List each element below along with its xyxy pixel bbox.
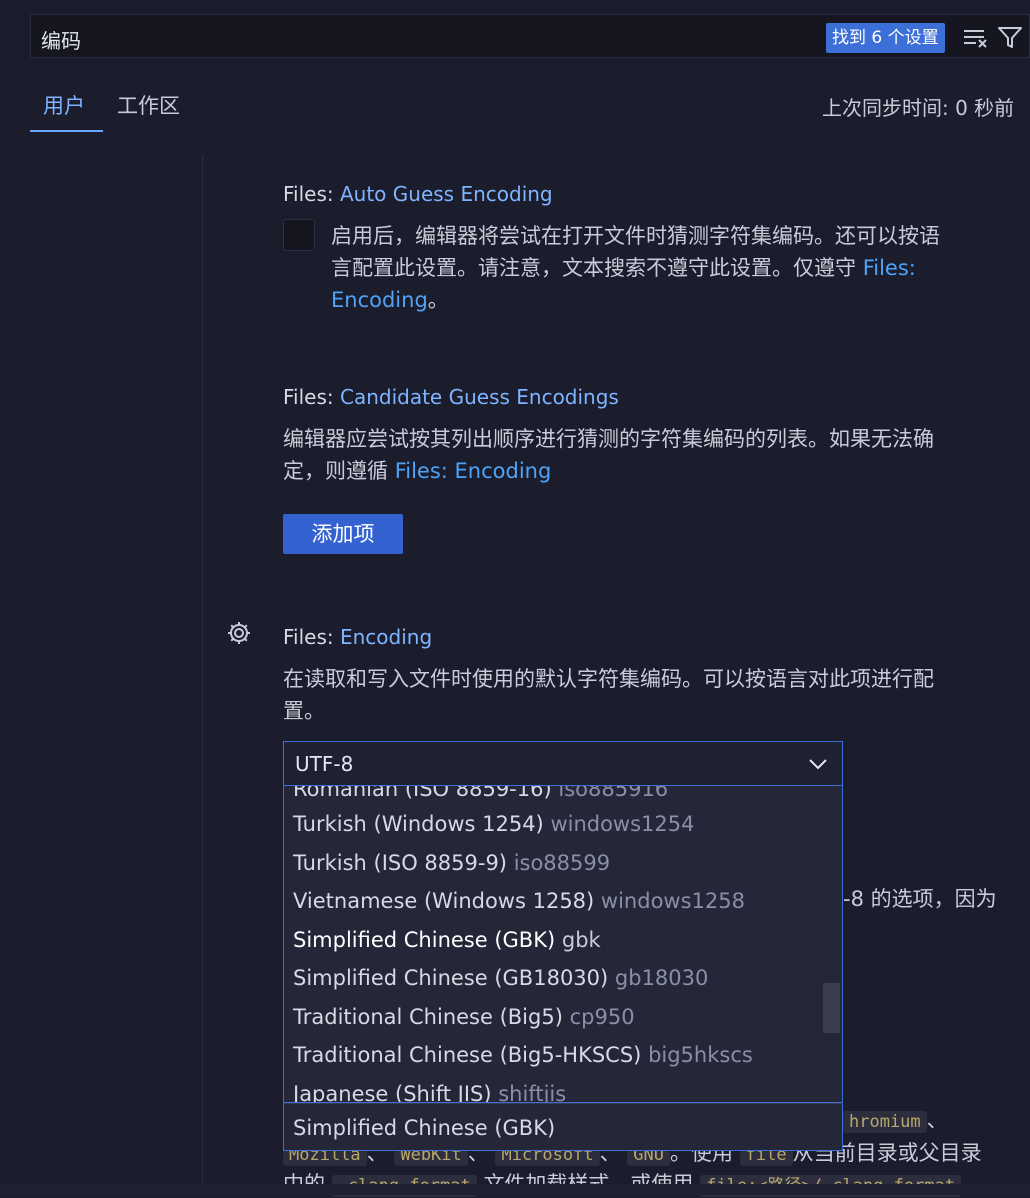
- files-encoding-link-cont[interactable]: Encoding: [331, 288, 428, 312]
- gear-icon[interactable]: [226, 620, 252, 650]
- add-item-button[interactable]: 添加项: [283, 514, 403, 554]
- filter-icon[interactable]: [993, 21, 1027, 55]
- setting-title-encoding: Files: Encoding: [283, 625, 433, 649]
- dropdown-option[interactable]: Turkish (Windows 1254) windows1254: [293, 812, 695, 836]
- toc-divider: [202, 155, 203, 1195]
- search-input[interactable]: 编码: [41, 25, 81, 54]
- sync-status: 上次同步时间: 0 秒前: [822, 96, 1015, 120]
- encoding-select[interactable]: UTF-8: [283, 741, 843, 786]
- encoding-select-value: UTF-8: [295, 752, 354, 776]
- chevron-down-icon: [808, 756, 828, 775]
- settings-search-bar[interactable]: 编码 找到 6 个设置: [30, 14, 1030, 58]
- tab-workspace[interactable]: 工作区: [117, 90, 180, 120]
- tab-user[interactable]: 用户: [43, 90, 85, 120]
- auto-guess-checkbox[interactable]: [283, 219, 315, 251]
- files-encoding-link[interactable]: Files:: [863, 256, 916, 280]
- dropdown-option[interactable]: Vietnamese (Windows 1258) windows1258: [293, 889, 745, 913]
- files-encoding-link-2[interactable]: Files: Encoding: [395, 459, 552, 483]
- dropdown-option[interactable]: Traditional Chinese (Big5) cp950: [293, 1005, 635, 1029]
- setting-desc-encoding: 在读取和写入文件时使用的默认字符集编码。可以按语言对此项进行配 置。: [283, 667, 934, 723]
- clear-filter-icon[interactable]: [959, 21, 993, 55]
- bg-partial-chip-line: hromium、: [843, 1104, 948, 1134]
- dropdown-option-hovered[interactable]: Simplified Chinese (GBK) gbk: [293, 928, 601, 952]
- dropdown-option[interactable]: Turkish (ISO 8859-9) iso88599: [293, 851, 610, 875]
- setting-desc-candidate: 编辑器应尝试按其列出顺序进行猜测的字符集编码的列表。如果无法确 定，则遵循 Fi…: [283, 427, 934, 483]
- bg-partial-text: -8 的选项，因为: [843, 887, 997, 911]
- setting-title-candidate: Files: Candidate Guess Encodings: [283, 385, 619, 409]
- dropdown-option[interactable]: Traditional Chinese (Big5-HKSCS) big5hks…: [293, 1043, 753, 1067]
- dropdown-description-footer: Simplified Chinese (GBK): [283, 1103, 843, 1151]
- hovered-option-label: Simplified Chinese (GBK): [293, 1116, 556, 1140]
- horizontal-scrollbar[interactable]: [0, 1184, 1030, 1195]
- encoding-dropdown-list[interactable]: Romanian (ISO 8859-16) iso885916 Turkish…: [283, 786, 843, 1103]
- dropdown-scrollbar-thumb[interactable]: [823, 983, 840, 1033]
- setting-title-auto-guess: Files: Auto Guess Encoding: [283, 182, 553, 206]
- setting-desc-auto-guess: 启用后，编辑器将尝试在打开文件时猜测字符集编码。还可以按语 言配置此设置。请注意…: [331, 224, 940, 312]
- dropdown-option[interactable]: Japanese (Shift JIS) shiftjis: [293, 1082, 566, 1102]
- results-count-badge: 找到 6 个设置: [826, 23, 945, 53]
- dropdown-option[interactable]: Simplified Chinese (GB18030) gb18030: [293, 966, 708, 990]
- active-tab-indicator: [30, 130, 103, 132]
- dropdown-option[interactable]: Romanian (ISO 8859-16) iso885916: [293, 786, 668, 801]
